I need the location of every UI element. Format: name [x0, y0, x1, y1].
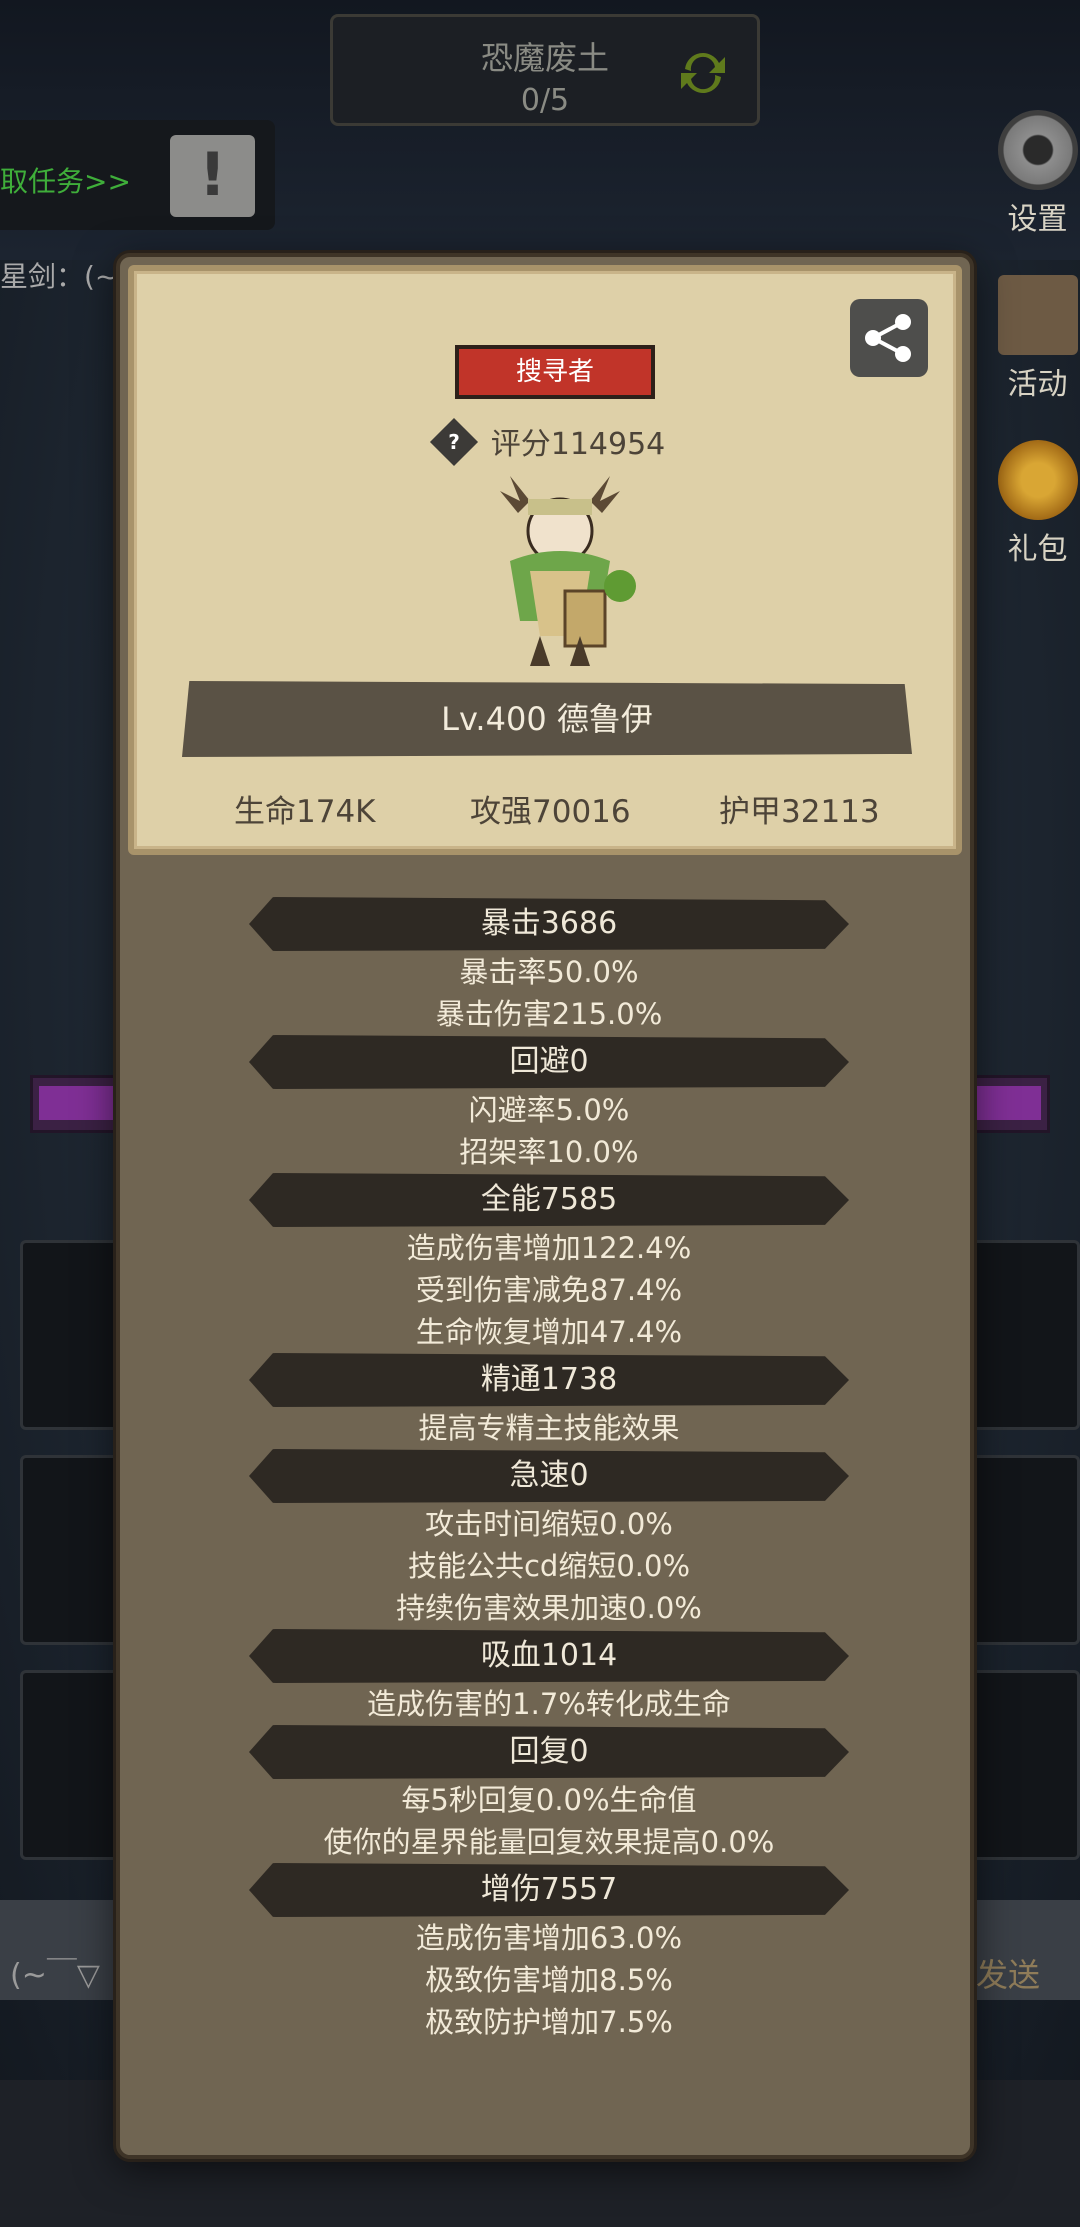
chat-snippet: 星剑：(~ — [0, 260, 119, 293]
gift-label: 礼包 — [1007, 532, 1068, 567]
attribute-detail: 造成伤害的1.7%转化成生命 — [367, 1687, 731, 1721]
attribute-detail: 极致防护增加7.5% — [425, 2005, 673, 2039]
equipment-slot[interactable] — [20, 1670, 120, 1860]
settings-button[interactable]: 设置 — [995, 110, 1080, 238]
attribute-header: 吸血1014 — [249, 1629, 849, 1683]
help-icon[interactable]: ? — [429, 417, 478, 466]
attribute-list: 暴击3686 暴击率50.0% 暴击伤害215.0% 回避0 闪避率5.0% 招架率10.… — [120, 897, 978, 2043]
attack-stat: 攻强70016 — [470, 794, 631, 830]
activity-label: 活动 — [1007, 367, 1068, 402]
attribute-detail: 造成伤害增加63.0% — [415, 1921, 683, 1955]
level-name-banner: Lv.400 德鲁伊 — [182, 681, 912, 757]
character-info-popup: 搜寻者 ? 评分114954 Lv.400 德鲁伊 生命174K 攻强70016 … — [116, 253, 974, 2159]
alert-icon[interactable]: ! — [170, 135, 255, 217]
equipment-slot[interactable] — [970, 1240, 1080, 1430]
druid-avatar — [500, 476, 636, 666]
attribute-detail: 暴击伤害215.0% — [435, 997, 663, 1031]
attribute-detail: 生命恢复增加47.4% — [415, 1315, 683, 1349]
attribute-detail: 受到伤害减免87.4% — [415, 1273, 683, 1307]
score-row: ? 评分114954 — [134, 417, 968, 466]
attribute-detail: 技能公共cd缩短0.0% — [407, 1549, 691, 1583]
activity-button[interactable]: 活动 — [995, 275, 1080, 403]
attribute-header: 回避0 — [249, 1035, 849, 1089]
send-button[interactable]: 发送 — [976, 1950, 1040, 1996]
attribute-detail: 提高专精主技能效果 — [418, 1411, 680, 1445]
quest-bar[interactable]: 取任务>> ! — [0, 120, 275, 230]
gift-icon — [997, 440, 1078, 520]
equipment-slot[interactable] — [970, 1670, 1080, 1860]
attribute-detail: 暴击率50.0% — [459, 955, 639, 989]
attribute-header: 增伤7557 — [249, 1863, 849, 1917]
zone-selector[interactable]: 恐魔废土 0/5 — [330, 14, 760, 126]
character-card: 搜寻者 ? 评分114954 Lv.400 德鲁伊 生命174K 攻强70016 … — [128, 265, 962, 855]
attribute-header: 急速0 — [249, 1449, 849, 1503]
score-value: 评分114954 — [490, 427, 666, 462]
share-button[interactable] — [850, 299, 928, 377]
attribute-detail: 使你的星界能量回复效果提高0.0% — [323, 1825, 775, 1859]
role-badge: 搜寻者 — [455, 345, 655, 399]
attribute-header: 精通1738 — [249, 1353, 849, 1407]
attribute-header: 回复0 — [249, 1725, 849, 1779]
attribute-detail: 攻击时间缩短0.0% — [425, 1507, 673, 1541]
attribute-detail: 持续伤害效果加速0.0% — [396, 1591, 702, 1625]
equipment-slot[interactable] — [20, 1240, 120, 1430]
share-icon — [865, 314, 911, 362]
gear-icon — [997, 110, 1078, 190]
attribute-detail: 招架率10.0% — [459, 1135, 639, 1169]
equipment-slot[interactable] — [970, 1455, 1080, 1645]
armor-stat: 护甲32113 — [719, 794, 880, 830]
quest-link[interactable]: 取任务>> — [0, 160, 131, 200]
attribute-detail: 闪避率5.0% — [468, 1093, 630, 1127]
scroll-icon — [997, 275, 1078, 355]
hp-stat: 生命174K — [234, 794, 376, 830]
settings-label: 设置 — [1007, 202, 1068, 237]
attribute-detail: 造成伤害增加122.4% — [406, 1231, 692, 1265]
chat-input-preview[interactable]: (~￣▽ — [10, 1950, 100, 1994]
equipment-slot[interactable] — [20, 1455, 120, 1645]
attribute-detail: 极致伤害增加8.5% — [425, 1963, 673, 1997]
gift-button[interactable]: 礼包 — [995, 440, 1080, 568]
attribute-header: 暴击3686 — [249, 897, 849, 951]
attribute-header: 全能7585 — [249, 1173, 849, 1227]
swap-icon[interactable] — [675, 45, 731, 101]
attribute-detail: 每5秒回复0.0%生命值 — [401, 1783, 697, 1817]
